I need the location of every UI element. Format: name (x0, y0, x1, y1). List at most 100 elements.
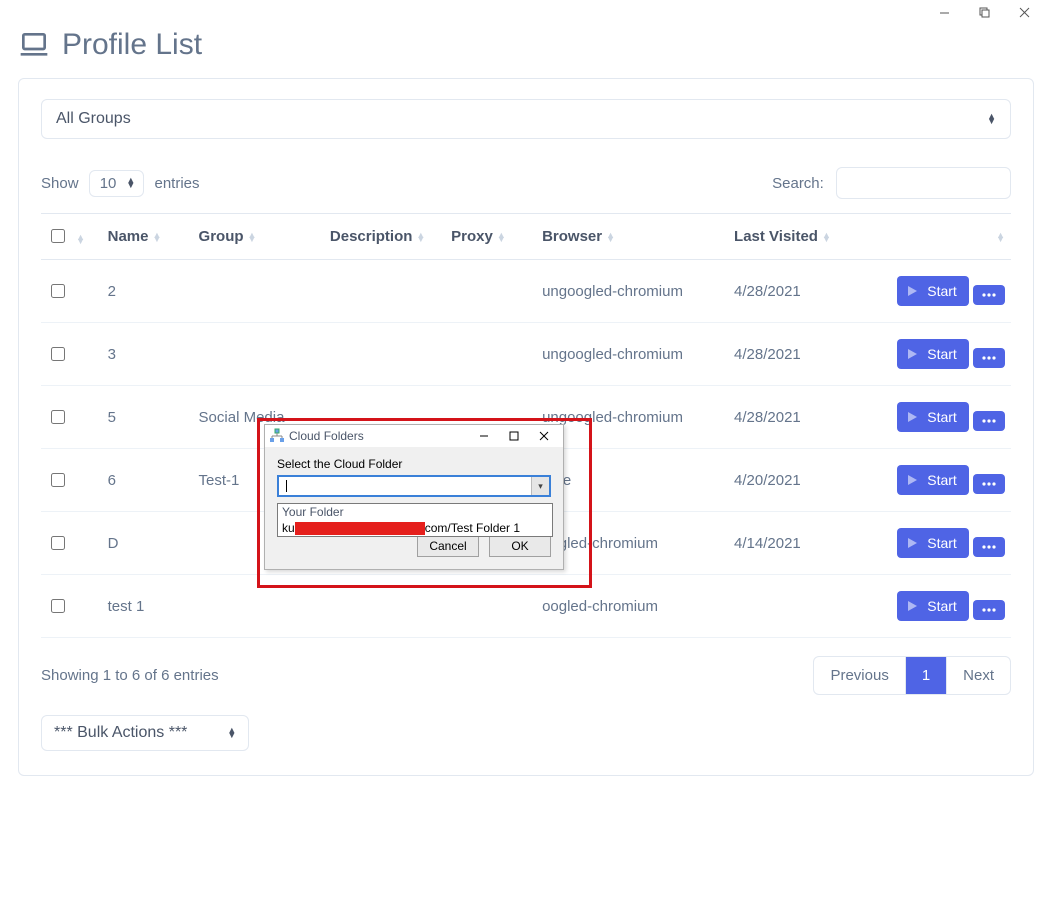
pager-previous[interactable]: Previous (814, 657, 904, 694)
row-checkbox[interactable] (51, 536, 65, 550)
cell-name: 2 (102, 260, 193, 323)
cell-browser: ungoogled-chromium (536, 323, 728, 386)
cloud-folder-option[interactable]: kucom/Test Folder 1 (278, 520, 552, 536)
row-checkbox[interactable] (51, 473, 65, 487)
start-button[interactable]: Start (897, 276, 969, 306)
entries-select[interactable]: 10 ▲▼ (89, 170, 145, 197)
table-row: test 1oogled-chromiumStart (41, 575, 1011, 638)
cloud-folder-option[interactable]: Your Folder (278, 504, 552, 520)
more-button[interactable] (973, 285, 1005, 305)
start-button[interactable]: Start (897, 465, 969, 495)
minimize-button[interactable] (924, 2, 964, 22)
maximize-button[interactable] (964, 2, 1004, 22)
dots-icon (981, 355, 997, 361)
row-checkbox[interactable] (51, 284, 65, 298)
cell-last-visited: 4/28/2021 (728, 323, 859, 386)
col-check[interactable]: ▲▼ (41, 214, 102, 260)
chevron-down-icon: ▾ (531, 477, 549, 495)
sort-icon: ▲▼ (822, 233, 831, 241)
table-row: 2 ungoogled-chromium4/28/2021 Start (41, 260, 1011, 323)
cell-browser: ungoogled-chromium (536, 386, 728, 449)
minimize-icon (939, 7, 950, 18)
cell-proxy (445, 323, 536, 386)
cell-browser: oogled-chromium (536, 512, 728, 575)
more-button[interactable] (973, 537, 1005, 557)
laptop-icon (18, 29, 50, 61)
start-button[interactable]: Start (897, 339, 969, 369)
group-select-value: All Groups (56, 110, 131, 128)
cell-description (324, 575, 445, 638)
search-input[interactable] (836, 167, 1011, 199)
row-checkbox[interactable] (51, 410, 65, 424)
play-icon (905, 473, 919, 487)
start-button[interactable]: Start (897, 402, 969, 432)
caret-icon: ▲▼ (227, 728, 236, 738)
select-all-checkbox[interactable] (51, 229, 65, 243)
caret-icon: ▲▼ (126, 178, 135, 188)
dots-icon (981, 292, 997, 298)
pager: Previous 1 Next (813, 656, 1011, 695)
col-proxy[interactable]: Proxy▲▼ (445, 214, 536, 260)
col-description[interactable]: Description▲▼ (324, 214, 445, 260)
redacted-region (295, 522, 425, 535)
sort-icon: ▲▼ (76, 235, 85, 243)
maximize-icon (979, 7, 990, 18)
cloud-folder-select[interactable]: ▾ (277, 475, 551, 497)
col-browser[interactable]: Browser▲▼ (536, 214, 728, 260)
dots-icon (981, 607, 997, 613)
dialog-cancel-button[interactable]: Cancel (417, 535, 479, 557)
play-icon (905, 410, 919, 424)
start-button[interactable]: Start (897, 528, 969, 558)
play-icon (905, 536, 919, 550)
more-button[interactable] (973, 600, 1005, 620)
row-checkbox[interactable] (51, 599, 65, 613)
cell-last-visited: 4/28/2021 (728, 260, 859, 323)
group-select[interactable]: All Groups ▲▼ (41, 99, 1011, 139)
cell-group (193, 260, 324, 323)
start-button[interactable]: Start (897, 591, 969, 621)
dots-icon (981, 481, 997, 487)
row-checkbox[interactable] (51, 347, 65, 361)
more-button[interactable] (973, 348, 1005, 368)
cell-name: 5 (102, 386, 193, 449)
cloud-folder-dropdown: Your Folder kucom/Test Folder 1 (277, 503, 553, 537)
dots-icon (981, 544, 997, 550)
dialog-minimize-button[interactable] (469, 427, 499, 445)
cloud-folders-icon (269, 428, 285, 444)
col-actions[interactable]: ▲▼ (859, 214, 1011, 260)
cell-group (193, 575, 324, 638)
table-row: 3ungoogled-chromium4/28/2021Start (41, 323, 1011, 386)
pager-next[interactable]: Next (946, 657, 1010, 694)
cloud-folder-select-value (279, 477, 531, 495)
entries-control: Show 10 ▲▼ entries (41, 170, 200, 197)
cell-proxy (445, 260, 536, 323)
option-prefix: ku (282, 520, 295, 536)
close-button[interactable] (1004, 2, 1044, 22)
more-button[interactable] (973, 474, 1005, 494)
pager-page-1[interactable]: 1 (905, 657, 946, 694)
col-group[interactable]: Group▲▼ (193, 214, 324, 260)
cell-browser: ungoogled-chromium (536, 260, 728, 323)
dialog-ok-button[interactable]: OK (489, 535, 551, 557)
dialog-label: Select the Cloud Folder (277, 457, 551, 471)
sort-icon: ▲▼ (606, 233, 615, 241)
more-button[interactable] (973, 411, 1005, 431)
page-title-text: Profile List (62, 28, 202, 62)
sort-icon: ▲▼ (416, 233, 425, 241)
bulk-actions-label: *** Bulk Actions *** (54, 724, 187, 742)
page-title: Profile List (18, 28, 1034, 62)
dialog-close-button[interactable] (529, 427, 559, 445)
dialog-maximize-button[interactable] (499, 427, 529, 445)
col-name[interactable]: Name▲▼ (102, 214, 193, 260)
cell-name: D (102, 512, 193, 575)
entries-info: Showing 1 to 6 of 6 entries (41, 667, 219, 684)
cell-browser: ome (536, 449, 728, 512)
caret-icon: ▲▼ (987, 114, 996, 124)
bulk-actions-select[interactable]: *** Bulk Actions *** ▲▼ (41, 715, 249, 751)
cell-last-visited (728, 575, 859, 638)
search-control: Search: (772, 167, 1011, 199)
col-last-visited[interactable]: Last Visited▲▼ (728, 214, 859, 260)
cell-description (324, 323, 445, 386)
cell-last-visited: 4/28/2021 (728, 386, 859, 449)
cell-name: test 1 (102, 575, 193, 638)
